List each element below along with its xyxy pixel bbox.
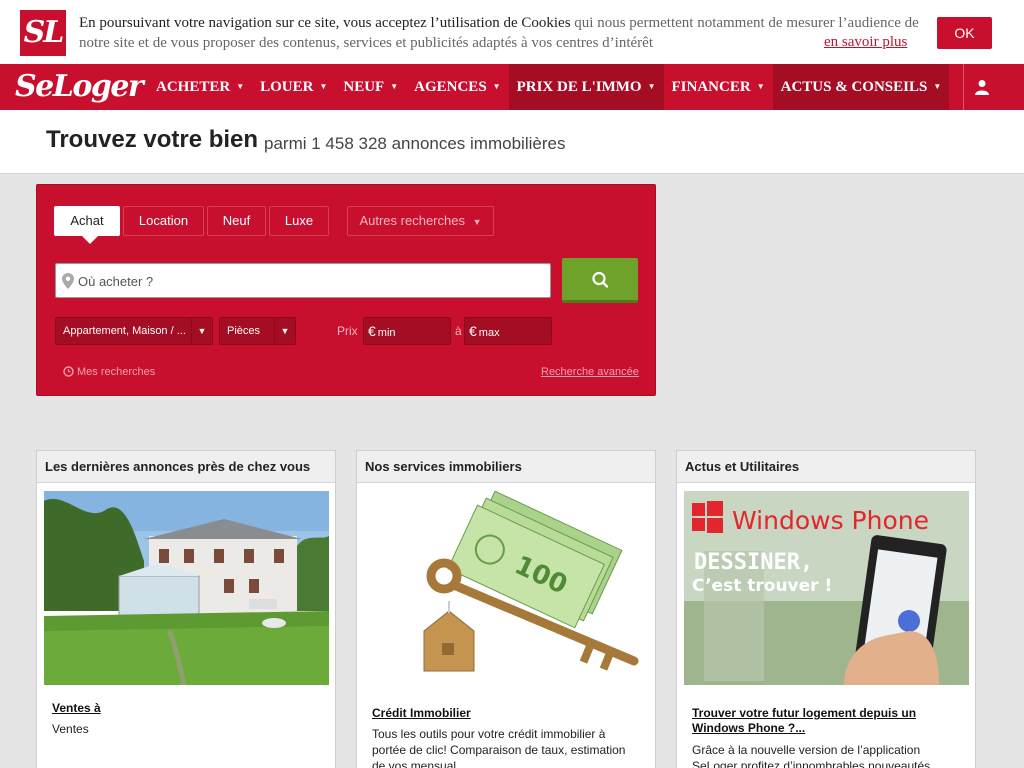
nav-item-neuf[interactable]: NEUF ▼ (335, 64, 406, 110)
active-tab-pointer (82, 236, 98, 244)
nav-item-actus-conseils[interactable]: ACTUS & CONSEILS ▼ (772, 64, 950, 110)
euro-icon: € (469, 323, 477, 339)
my-searches-label: Mes recherches (77, 366, 156, 378)
latest-listings-card: Les dernières annonces près de chez vous… (36, 450, 336, 768)
caret-down-icon: ▼ (647, 82, 656, 91)
cookie-banner: SL En poursuivant votre navigation sur c… (0, 0, 1024, 64)
nav-item-agences[interactable]: AGENCES ▼ (406, 64, 508, 110)
search-button[interactable] (562, 258, 638, 303)
caret-down-icon: ▼ (191, 318, 212, 344)
nav-item-label: ACHETER (156, 79, 231, 95)
search-panel: Achat Location Neuf Luxe Autres recherch… (36, 184, 656, 396)
banner-tagline: C’est trouver ! (692, 576, 832, 596)
price-label: Prix (337, 324, 358, 338)
services-card: Nos services immobiliers 100 Crédit Immo… (356, 450, 656, 768)
caret-down-icon: ▼ (756, 82, 765, 91)
other-searches-dropdown[interactable]: Autres recherches ▼ (347, 206, 494, 236)
caret-down-icon: ▼ (236, 82, 245, 91)
card-text: Grâce à la nouvelle version de l’applica… (692, 743, 931, 768)
windows-phone-banner[interactable]: Windows Phone DESSINER, C’est trouver ! (684, 491, 969, 685)
caret-down-icon: ▼ (390, 82, 399, 91)
card-text: Tous les outils pour votre crédit immobi… (372, 727, 626, 768)
listings-count: parmi 1 458 328 annonces immobilières (264, 134, 566, 153)
windows-phone-image: Windows Phone DESSINER, C’est trouver ! (684, 491, 969, 685)
account-button[interactable] (963, 64, 999, 110)
house-image (44, 491, 329, 685)
my-searches-link[interactable]: Mes recherches (63, 366, 155, 378)
card-title: Nos services immobiliers (357, 451, 655, 483)
clock-icon (63, 366, 74, 377)
tab-location[interactable]: Location (123, 206, 204, 236)
seloger-logo[interactable]: SeLoger (15, 70, 144, 104)
nav-item-label: LOUER (260, 79, 314, 95)
key-money-photo[interactable]: 100 (364, 491, 649, 685)
tab-achat[interactable]: Achat (54, 206, 120, 244)
property-type-value: Appartement, Maison / ... (63, 325, 186, 337)
cookie-message-main: En poursuivant votre navigation sur ce s… (79, 15, 571, 31)
caret-down-icon: ▼ (492, 82, 501, 91)
card-link[interactable]: Ventes à (52, 701, 312, 716)
caret-down-icon: ▼ (319, 82, 328, 91)
key-money-image: 100 (364, 491, 649, 685)
tab-luxe[interactable]: Luxe (269, 206, 329, 236)
nav-item-prix-immo[interactable]: PRIX DE L'IMMO ▼ (508, 64, 664, 110)
user-icon (975, 80, 989, 95)
nav-item-label: PRIX DE L'IMMO (516, 79, 642, 95)
price-max-input[interactable]: € max (464, 317, 552, 345)
rooms-select[interactable]: Pièces ▼ (219, 317, 296, 345)
price-to-label: à (455, 324, 462, 338)
caret-down-icon: ▼ (933, 82, 942, 91)
news-utilities-card: Actus et Utilitaires Windows Phone DESSI… (676, 450, 976, 768)
nav-menu: ACHETER ▼ LOUER ▼ NEUF ▼ AGENCES ▼ PRIX DE L… (148, 64, 950, 110)
price-min-placeholder: min (377, 327, 396, 339)
caret-down-icon: ▼ (472, 217, 482, 227)
card-title: Les dernières annonces près de chez vous (37, 451, 335, 483)
euro-icon: € (368, 323, 376, 339)
search-icon (592, 271, 609, 288)
cookie-message: En poursuivant votre navigation sur ce s… (79, 13, 919, 53)
location-input[interactable]: Où acheter ? (55, 263, 551, 298)
rooms-value: Pièces (227, 325, 261, 337)
card-title: Actus et Utilitaires (677, 451, 975, 483)
location-placeholder: Où acheter ? (78, 274, 154, 289)
other-searches-label: Autres recherches (359, 213, 465, 228)
banner-brand: Windows Phone (732, 506, 929, 535)
card-link[interactable]: Trouver votre futur logement depuis un W… (692, 706, 952, 736)
page-header: Trouvez votre bien parmi 1 458 328 annon… (0, 110, 1024, 174)
nav-item-acheter[interactable]: ACHETER ▼ (148, 64, 252, 110)
tab-label: Achat (70, 213, 104, 228)
card-text: Ventes (52, 722, 89, 736)
tab-neuf[interactable]: Neuf (207, 206, 266, 236)
cookie-ok-button[interactable]: OK (937, 17, 992, 49)
banner-headline: DESSINER, (694, 550, 813, 575)
cookie-more-link[interactable]: en savoir plus (824, 34, 907, 51)
main-nav: SeLoger ACHETER ▼ LOUER ▼ NEUF ▼ AGENCES ▼ P… (0, 64, 1024, 110)
nav-item-financer[interactable]: FINANCER ▼ (664, 64, 773, 110)
advanced-search-link[interactable]: Recherche avancée (541, 366, 639, 378)
card-link[interactable]: Crédit Immobilier (372, 706, 632, 721)
nav-item-louer[interactable]: LOUER ▼ (252, 64, 335, 110)
page-title: Trouvez votre bien (46, 126, 259, 153)
caret-down-icon: ▼ (274, 318, 295, 344)
nav-item-label: NEUF (343, 79, 385, 95)
seloger-sl-logo[interactable]: SL (20, 10, 66, 56)
property-type-select[interactable]: Appartement, Maison / ... ▼ (55, 317, 213, 345)
nav-item-label: AGENCES (414, 79, 487, 95)
house-photo[interactable] (44, 491, 329, 685)
nav-item-label: ACTUS & CONSEILS (780, 79, 928, 95)
nav-item-label: FINANCER (671, 79, 751, 95)
price-max-placeholder: max (478, 327, 500, 339)
map-pin-icon (62, 273, 74, 289)
price-min-input[interactable]: € min (363, 317, 451, 345)
